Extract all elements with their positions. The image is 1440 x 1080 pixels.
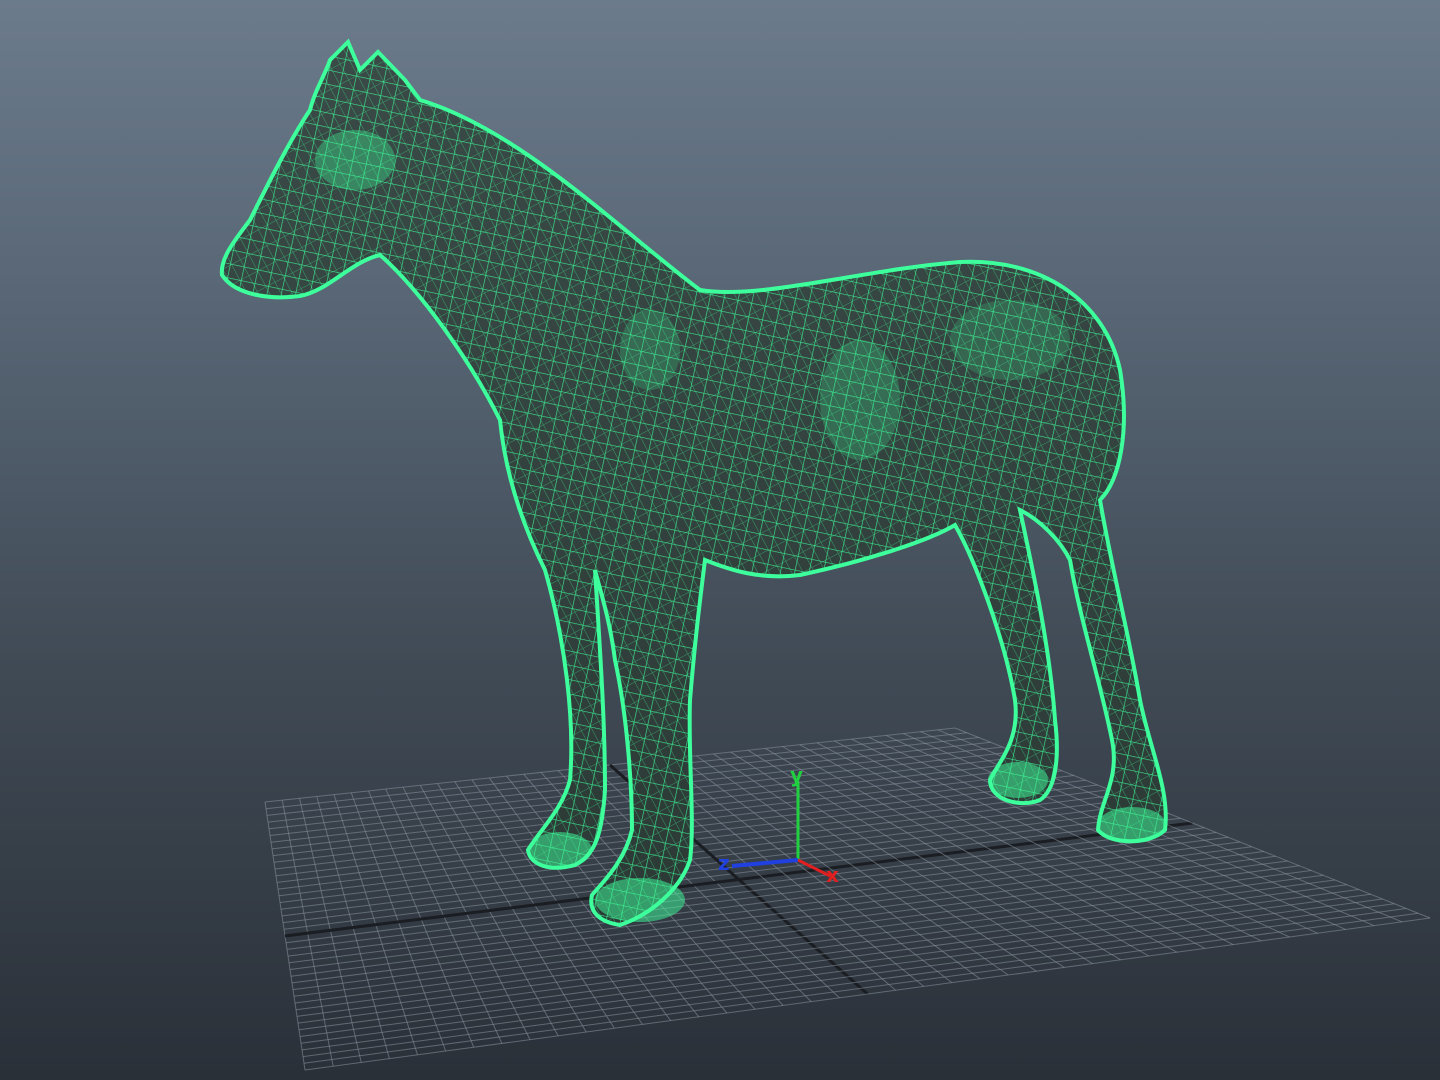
hoof-front-left xyxy=(528,832,592,868)
ground-grid xyxy=(264,727,1431,1071)
gizmo-z-label: z xyxy=(718,851,730,875)
gizmo-z-axis xyxy=(731,858,799,868)
hoof-back-right xyxy=(1098,807,1166,843)
scene-canvas[interactable]: y z x xyxy=(0,0,1440,1080)
gizmo-x-label: x xyxy=(826,863,839,887)
hoof-back-left xyxy=(988,762,1048,798)
3d-viewport[interactable]: y z x xyxy=(0,0,1440,1080)
gizmo-y-label: y xyxy=(790,763,803,787)
horse-wireframe-icon[interactable] xyxy=(219,38,1168,928)
hoof-front-right xyxy=(595,878,685,922)
